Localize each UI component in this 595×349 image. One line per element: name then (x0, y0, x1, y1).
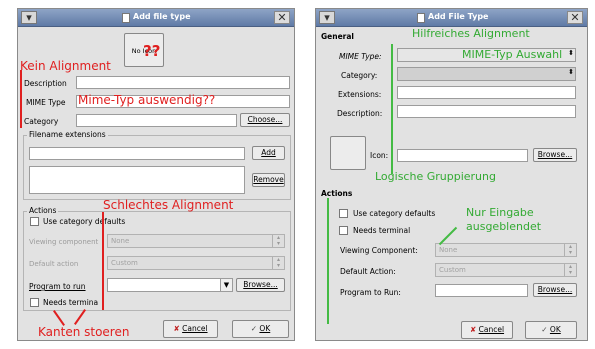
program-to-run-label: Program to Run: (340, 288, 401, 297)
annotation-logische-gruppierung: Logische Gruppierung (375, 170, 496, 183)
extensions-input[interactable] (397, 86, 576, 99)
close-window-button[interactable]: ✕ (567, 11, 583, 24)
mime-type-label: MIME Type: (339, 52, 382, 61)
default-action-select: Custom ▴ ▾ (435, 263, 577, 277)
viewing-component-label: Viewing component (29, 238, 99, 246)
annotation-mime-typ-auswahl: MIME-Typ Auswahl (462, 48, 563, 61)
extension-input[interactable] (29, 147, 245, 160)
annotation-hilfreiches-alignment: Hilfreiches Alignment (412, 27, 530, 40)
spin-arrows-icon: ▴ ▾ (272, 257, 284, 269)
description-label: Description (24, 79, 67, 88)
annotation-kanten-stoeren: Kanten stoeren (38, 325, 130, 339)
use-category-defaults-label: Use category defaults (43, 217, 126, 226)
annotation-mime-typ: Mime-Typ auswendig?? (78, 93, 216, 107)
chevron-down-icon: ▾ (26, 11, 32, 24)
annotation-nur-eingabe-1: Nur Eingabe (466, 206, 534, 219)
spin-arrows-icon: ▴ ▾ (564, 264, 576, 276)
annotation-kein-alignment: Kein Alignment (20, 59, 111, 73)
actions-section-title: Actions (321, 189, 353, 198)
needs-terminal-label: Needs termina (43, 298, 99, 307)
viewing-component-select: None ▴ ▾ (107, 234, 285, 248)
annotation-nur-eingabe-2: ausgeblendet (466, 220, 542, 233)
window-title: Add file type (133, 12, 191, 21)
use-category-defaults-checkbox[interactable] (30, 217, 39, 226)
annotation-line-vertical-form (391, 44, 393, 174)
window-menu-button[interactable]: ▾ (21, 11, 37, 24)
category-select[interactable]: ⬍ (397, 67, 576, 81)
category-input[interactable] (76, 114, 237, 127)
needs-terminal-label: Needs terminal (353, 226, 411, 235)
ok-icon: ✓ (541, 325, 548, 334)
program-to-run-combo[interactable]: ▼ (107, 278, 233, 292)
default-action-label: Default action (29, 260, 79, 268)
document-icon (122, 13, 130, 23)
spin-arrows-icon: ▴ ▾ (272, 235, 284, 247)
updown-icon: ⬍ (568, 68, 574, 76)
cancel-icon: ✘ (173, 324, 180, 333)
document-icon (417, 13, 425, 23)
cancel-icon: ✘ (469, 325, 477, 334)
annotation-qq: ?? (143, 42, 161, 60)
default-action-label: Default Action: (340, 267, 396, 276)
ok-icon: ✓ (250, 324, 258, 333)
close-icon: ✕ (277, 11, 287, 24)
program-to-run-input[interactable] (435, 284, 528, 297)
icon-path-input[interactable] (397, 149, 528, 162)
description-label: Description: (337, 109, 383, 118)
icon-button[interactable] (330, 136, 366, 170)
actions-title: Actions (27, 206, 59, 215)
extensions-label: Extensions: (338, 90, 382, 99)
right-titlebar: ▾ Add File Type ✕ (316, 9, 587, 27)
category-label: Category: (341, 71, 378, 80)
needs-terminal-checkbox[interactable] (30, 298, 39, 307)
remove-extension-button[interactable]: Remove (252, 173, 285, 187)
left-titlebar: ▾ Add file type ✕ (18, 9, 294, 27)
browse-icon-button[interactable]: Browse... (533, 148, 577, 162)
ok-button[interactable]: ✓ OK (525, 321, 577, 339)
description-input[interactable] (76, 76, 290, 89)
chevron-down-icon: ▾ (324, 11, 330, 24)
annotation-line-vertical-mid (102, 212, 104, 310)
annotation-schlechtes-alignment: Schlechtes Alignment (103, 198, 234, 212)
category-label: Category (24, 117, 59, 126)
annotation-line-vertical-actions (327, 198, 329, 324)
combo-arrow-icon[interactable]: ▼ (220, 279, 232, 291)
annotation-line-vertical-left (20, 70, 22, 128)
window-title: Add File Type (428, 12, 489, 21)
cancel-button[interactable]: ✘ Cancel (163, 320, 218, 338)
filename-extensions-title: Filename extensions (27, 130, 108, 139)
spin-arrows-icon: ▴ ▾ (564, 244, 576, 256)
use-category-defaults-label: Use category defaults (353, 209, 436, 218)
ok-button[interactable]: ✓ OK (232, 320, 289, 338)
cancel-button[interactable]: ✘ Cancel (461, 321, 513, 339)
needs-terminal-checkbox[interactable] (339, 226, 348, 235)
browse-program-button[interactable]: Browse... (533, 283, 577, 297)
updown-icon: ⬍ (568, 49, 574, 57)
default-action-select: Custom ▴ ▾ (107, 256, 285, 270)
general-section-title: General (321, 32, 354, 41)
viewing-component-select: None ▴ ▾ (435, 243, 577, 257)
choose-button[interactable]: Choose... (240, 113, 290, 127)
close-window-button[interactable]: ✕ (274, 11, 290, 24)
close-icon: ✕ (570, 11, 580, 24)
program-to-run-label: Program to run (29, 282, 86, 291)
viewing-component-label: Viewing Component: (340, 246, 418, 255)
use-category-defaults-checkbox[interactable] (339, 209, 348, 218)
mime-type-label: MIME Type (26, 98, 66, 107)
description-input[interactable] (397, 105, 576, 118)
browse-program-button[interactable]: Browse... (236, 278, 285, 292)
icon-label: Icon: (370, 151, 389, 160)
extensions-list[interactable] (29, 166, 245, 194)
window-menu-button[interactable]: ▾ (319, 11, 335, 24)
add-extension-button[interactable]: Add (252, 146, 285, 160)
